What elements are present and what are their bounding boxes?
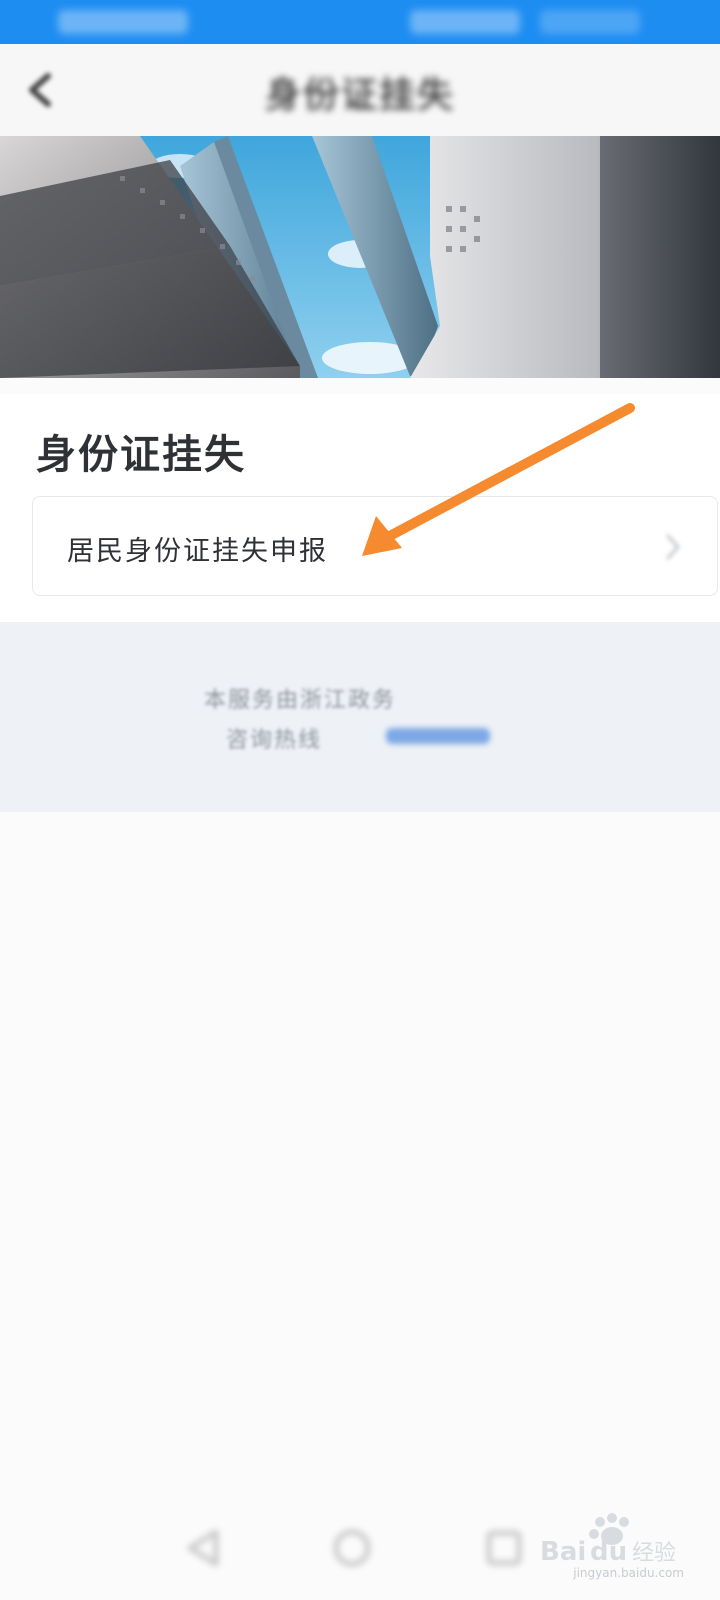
chevron-right-icon [666, 534, 680, 560]
status-right-blur [410, 10, 520, 34]
svg-text:Bai: Bai [540, 1537, 586, 1567]
list-item-report-lost-id[interactable]: 居民身份证挂失申报 [32, 496, 718, 596]
svg-text:du: du [590, 1537, 627, 1567]
page-title: 身份证挂失 [264, 75, 455, 116]
svg-text:经验: 经验 [632, 1541, 676, 1566]
status-right-blur-2 [540, 10, 640, 34]
home-circle-icon[interactable] [330, 1526, 374, 1570]
section-title: 身份证挂失 [36, 431, 246, 478]
nav-bar: 身份证挂失 [0, 44, 720, 136]
footer-info: 本服务由浙江政务 咨询热线 [0, 622, 720, 812]
back-triangle-icon[interactable] [182, 1526, 226, 1570]
status-left-blur [58, 10, 188, 34]
hotline-label: 咨询热线 [226, 728, 323, 753]
recents-square-icon[interactable] [482, 1526, 526, 1570]
banner-image [0, 136, 720, 378]
hotline-number[interactable] [386, 728, 490, 744]
service-section: 身份证挂失 居民身份证挂失申报 [0, 394, 720, 622]
list-item-label: 居民身份证挂失申报 [67, 536, 328, 567]
watermark-url: jingyan.baidu.com [573, 1566, 684, 1580]
service-provider-text: 本服务由浙江政务 [204, 688, 397, 713]
status-bar [0, 0, 720, 44]
